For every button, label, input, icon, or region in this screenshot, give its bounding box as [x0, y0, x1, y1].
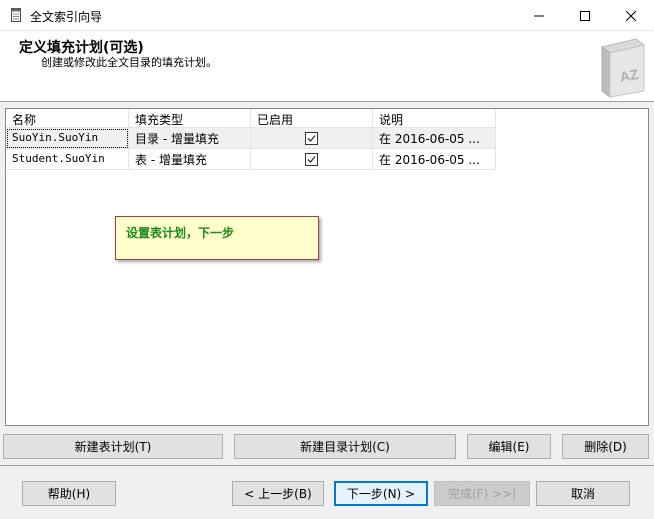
enabled-checkbox[interactable] [305, 152, 318, 166]
next-button[interactable]: 下一步(N) > [334, 481, 428, 506]
back-button[interactable]: < 上一步(B) [232, 481, 324, 506]
row-description: 在 2016-06-05 ... [373, 149, 496, 170]
enabled-checkbox[interactable] [305, 131, 318, 145]
row-type: 目录 - 增量填充 [129, 128, 251, 149]
close-icon [626, 10, 636, 21]
table-row[interactable]: SuoYin.SuoYin 目录 - 增量填充 在 2016-06-05 ... [6, 128, 496, 149]
row-enabled-cell [251, 149, 373, 170]
minimize-button[interactable] [516, 0, 562, 31]
help-button[interactable]: 帮助(H) [22, 481, 116, 506]
row-description: 在 2016-06-05 ... [373, 128, 496, 149]
callout-text: 设置表计划，下一步 [126, 226, 235, 240]
document-icon [11, 8, 21, 22]
checked-checkbox-icon [307, 134, 316, 142]
page-subtitle: 创建或修改此全文目录的填充计划。 [41, 56, 217, 69]
maximize-button[interactable] [562, 0, 608, 31]
wizard-footer: 帮助(H) < 上一步(B) 下一步(N) > 完成(F) >>| 取消 [0, 466, 654, 519]
svg-text:AZ: AZ [619, 66, 641, 85]
annotation-callout: 设置表计划，下一步 [115, 216, 319, 260]
wizard-header: 定义填充计划(可选) 创建或修改此全文目录的填充计划。 AZ [0, 31, 654, 102]
cancel-button[interactable]: 取消 [536, 481, 630, 506]
catalog-book-icon: AZ [600, 38, 646, 98]
window-title: 全文索引向导 [30, 10, 103, 24]
column-header-type[interactable]: 填充类型 [129, 109, 251, 128]
column-header-enabled[interactable]: 已启用 [251, 109, 373, 128]
close-button[interactable] [608, 0, 654, 31]
column-header-name[interactable]: 名称 [6, 109, 129, 128]
delete-button[interactable]: 删除(D) [562, 434, 649, 459]
row-type: 表 - 增量填充 [129, 149, 251, 170]
finish-button[interactable]: 完成(F) >>| [434, 481, 530, 506]
maximize-icon [580, 10, 590, 21]
schedule-list[interactable]: 名称 填充类型 已启用 说明 SuoYin.SuoYin 目录 - 增量填充 在… [5, 108, 649, 426]
column-header-description[interactable]: 说明 [373, 109, 496, 128]
row-enabled-cell [251, 128, 373, 149]
table-row[interactable]: Student.SuoYin 表 - 增量填充 在 2016-06-05 ... [6, 149, 496, 170]
row-name[interactable]: SuoYin.SuoYin [6, 128, 129, 149]
grid-header: 名称 填充类型 已启用 说明 [6, 109, 496, 128]
checked-checkbox-icon [307, 155, 316, 163]
edit-button[interactable]: 编辑(E) [467, 434, 551, 459]
new-catalog-schedule-button[interactable]: 新建目录计划(C) [234, 434, 456, 459]
row-name[interactable]: Student.SuoYin [6, 149, 129, 170]
minimize-icon [534, 15, 544, 16]
title-bar: 全文索引向导 [0, 0, 654, 31]
new-table-schedule-button[interactable]: 新建表计划(T) [3, 434, 223, 459]
